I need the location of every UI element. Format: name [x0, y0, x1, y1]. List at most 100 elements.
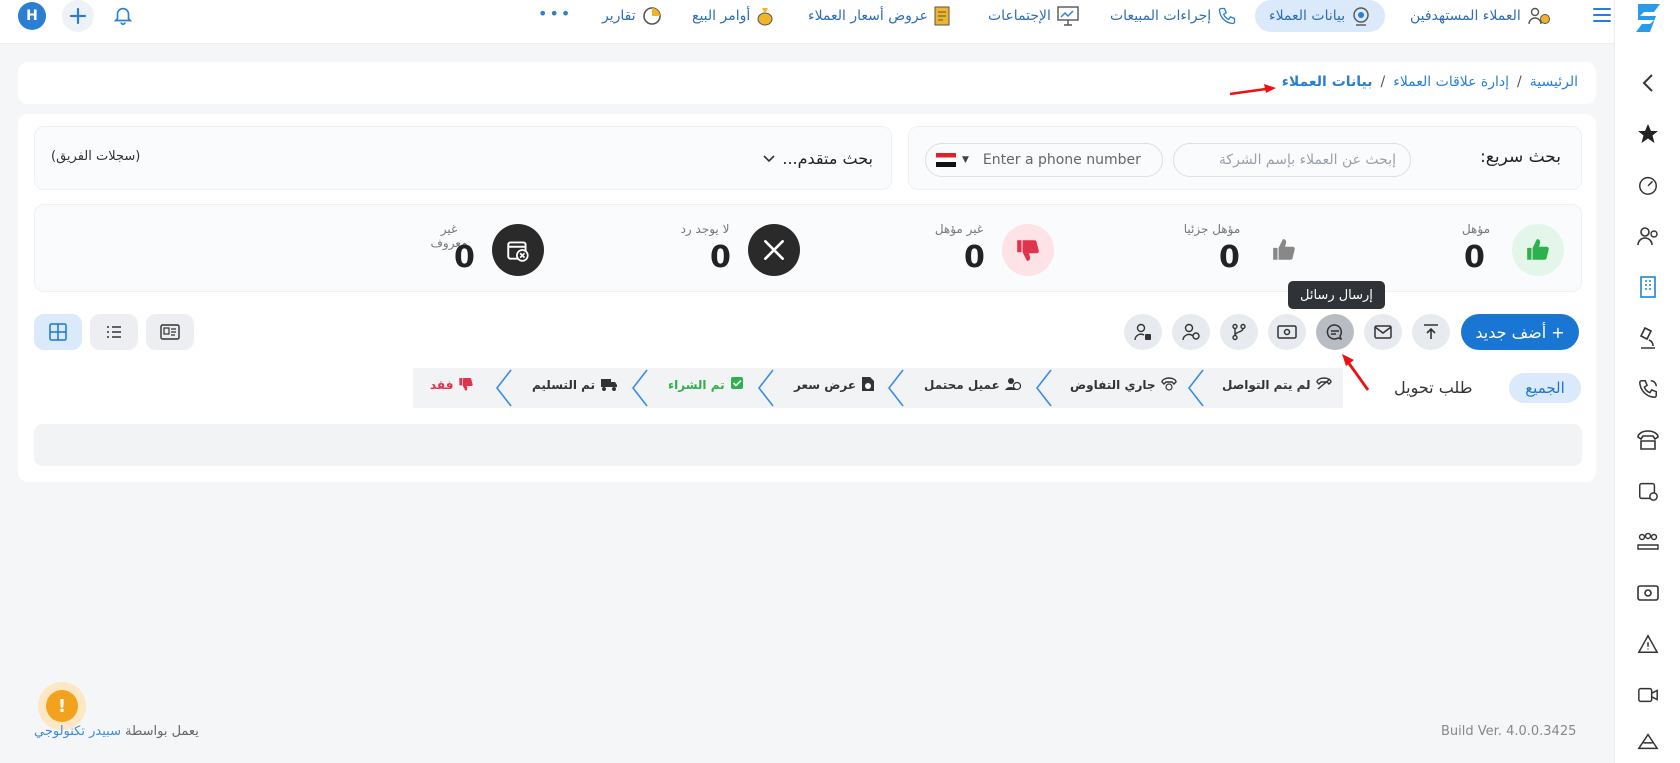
alert-fab[interactable]: !	[38, 682, 86, 730]
calendar-x-icon	[492, 224, 544, 276]
thumbs-down-icon	[1002, 224, 1054, 276]
logo-icon[interactable]	[1630, 0, 1666, 36]
stage-potential-client[interactable]: عميل محتمل	[924, 376, 1021, 394]
nav-label: العملاء المستهدفين	[1410, 8, 1521, 24]
assign-user-button[interactable]	[1172, 314, 1210, 350]
breadcrumb-crm[interactable]: إدارة علاقات العملاء	[1393, 74, 1509, 90]
stage-label: عرض سعر	[794, 378, 857, 392]
nav-quotes[interactable]: عروض أسعار العملاء	[808, 0, 950, 32]
top-navbar: H ••• تقارير أوامر البيع عروض أسعار العم…	[0, 0, 1680, 44]
stage-purchased[interactable]: تم الشراء	[668, 376, 746, 394]
branch-button[interactable]	[1220, 314, 1258, 350]
stage-delivered[interactable]: تم التسليم	[532, 376, 618, 394]
stat-partially-qualified[interactable]: مؤهل جزئيا 0	[1182, 222, 1312, 278]
stage-lost[interactable]: فقد	[430, 376, 474, 394]
stage-negotiating[interactable]: جاري التفاوض	[1070, 376, 1177, 394]
cash-button[interactable]	[1268, 314, 1306, 350]
microscope-icon[interactable]	[1636, 326, 1660, 350]
telephone-icon[interactable]	[1636, 428, 1660, 452]
users-money-icon	[1527, 6, 1551, 26]
stage-not-contacted[interactable]: لم يتم التواصل	[1222, 376, 1332, 394]
stage-chevron-icon	[1187, 369, 1204, 407]
document-icon	[934, 6, 950, 26]
email-button[interactable]	[1364, 314, 1402, 350]
bell-icon[interactable]	[112, 4, 136, 28]
stat-unknown[interactable]: غير معروف 0	[422, 222, 546, 278]
stage-label: تم الشراء	[668, 378, 725, 392]
list-view-button[interactable]	[90, 314, 138, 350]
nav-reports[interactable]: تقارير	[602, 0, 662, 32]
country-dropdown-caret-icon[interactable]: ▼	[962, 155, 969, 165]
git-branch-icon	[1232, 323, 1246, 341]
envelope-icon	[1374, 325, 1392, 339]
nav-meetings[interactable]: الإجتماعات	[988, 0, 1079, 32]
advanced-search-toggle[interactable]: بحث متقدم...	[762, 149, 873, 168]
egypt-flag-icon	[936, 153, 956, 167]
nav-target-customers[interactable]: العملاء المستهدفين	[1410, 0, 1551, 32]
users-icon[interactable]	[1636, 224, 1660, 248]
add-new-button[interactable]: + أضف جديد	[1461, 314, 1579, 350]
company-search-input[interactable]: إبحث عن العملاء بإسم الشركة	[1173, 143, 1411, 177]
id-card-icon	[160, 324, 180, 340]
nav-label: بيانات العملاء	[1269, 8, 1346, 24]
grid-view-button[interactable]	[34, 314, 82, 350]
breadcrumb-separator: /	[1517, 74, 1522, 90]
avatar[interactable]: H	[18, 2, 46, 30]
dashboard-gauge-icon[interactable]	[1636, 173, 1660, 197]
calendar-add-icon[interactable]	[1636, 479, 1660, 503]
star-icon[interactable]	[1636, 122, 1660, 146]
stage-chevron-icon	[757, 369, 774, 407]
nav-label: عروض أسعار العملاء	[808, 8, 929, 24]
quick-search-label: بحث سريع:	[1480, 147, 1561, 167]
stage-label: تم التسليم	[532, 378, 596, 392]
phone-icon	[1217, 6, 1237, 26]
phone-input[interactable]: ▼ Enter a phone number	[925, 143, 1163, 177]
filter-all[interactable]: الجميع	[1509, 373, 1581, 403]
hamburger-icon[interactable]	[1592, 6, 1612, 28]
advanced-search-box: بحث متقدم... (سجلات الفريق)	[34, 126, 892, 190]
nav-sales-orders[interactable]: أوامر البيع	[692, 0, 774, 32]
nav-label: تقارير	[602, 8, 636, 24]
stat-label: غير مؤهل	[934, 222, 984, 236]
building-icon[interactable]	[1636, 275, 1660, 299]
stat-label: مؤهل	[1461, 222, 1491, 236]
stat-qualified[interactable]: مؤهل 0	[1456, 222, 1568, 278]
stage-chevron-icon	[631, 369, 648, 407]
breadcrumb: الرئيسية / إدارة علاقات العملاء / بيانات…	[1282, 74, 1578, 90]
upload-button[interactable]	[1412, 314, 1450, 350]
stage-chevron-icon	[1035, 369, 1052, 407]
right-sidebar	[1614, 0, 1680, 763]
team-icon[interactable]	[1636, 530, 1660, 554]
team-records-label[interactable]: (سجلات الفريق)	[51, 149, 140, 164]
collapse-chevron-icon[interactable]	[1636, 71, 1660, 95]
filter-conversion-request[interactable]: طلب تحويل	[1394, 378, 1472, 397]
presentation-icon	[1057, 6, 1079, 26]
stat-value: 0	[1219, 240, 1240, 275]
build-version: Build Ver. 4.0.0.3425	[1441, 724, 1577, 739]
cash-icon[interactable]	[1636, 581, 1660, 605]
card-view-button[interactable]	[146, 314, 194, 350]
phone-clock-icon	[1160, 376, 1177, 394]
nav-sales-actions[interactable]: إجراءات المبيعات	[1110, 0, 1237, 32]
send-messages-button[interactable]	[1316, 314, 1354, 350]
video-call-icon[interactable]	[1636, 683, 1660, 707]
checkbox-user-icon	[730, 376, 746, 395]
add-icon[interactable]	[62, 0, 94, 32]
warning-icon[interactable]	[1636, 632, 1660, 656]
breadcrumb-home[interactable]: الرئيسية	[1530, 74, 1578, 90]
stat-no-reply[interactable]: لا يوجد رد 0	[678, 222, 802, 278]
stage-quote[interactable]: عرض سعر	[794, 376, 875, 394]
mountain-icon[interactable]	[1636, 729, 1660, 753]
phone-call-icon[interactable]	[1636, 377, 1660, 401]
nav-customer-data[interactable]: بيانات العملاء	[1255, 0, 1386, 32]
user-lock-button[interactable]	[1124, 314, 1162, 350]
stage-label: جاري التفاوض	[1070, 378, 1156, 392]
chevron-down-icon	[762, 149, 776, 168]
chat-bubble-icon	[1326, 324, 1343, 341]
more-menu[interactable]: •••	[538, 4, 572, 23]
stat-unqualified[interactable]: غير مؤهل 0	[932, 222, 1056, 278]
data-placeholder-row	[34, 424, 1582, 466]
money-bag-icon	[756, 6, 774, 26]
powered-brand-link[interactable]: سبيدر تكنولوجي	[34, 724, 121, 739]
list-icon	[107, 326, 121, 338]
